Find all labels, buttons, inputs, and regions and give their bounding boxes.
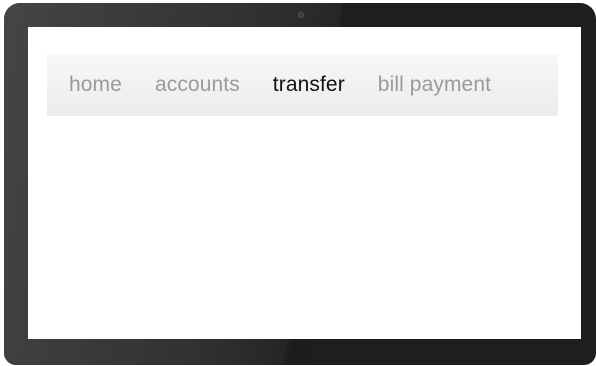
monitor-frame: home accounts transfer bill payment <box>4 3 596 365</box>
nav-item-bill-payment[interactable]: bill payment <box>378 73 491 97</box>
nav-item-home[interactable]: home <box>69 73 122 97</box>
webcam-dot <box>298 12 304 18</box>
top-navigation-bar: home accounts transfer bill payment <box>47 54 558 116</box>
nav-item-transfer[interactable]: transfer <box>273 73 345 97</box>
screen: home accounts transfer bill payment <box>28 27 581 339</box>
nav-item-accounts[interactable]: accounts <box>155 73 240 97</box>
